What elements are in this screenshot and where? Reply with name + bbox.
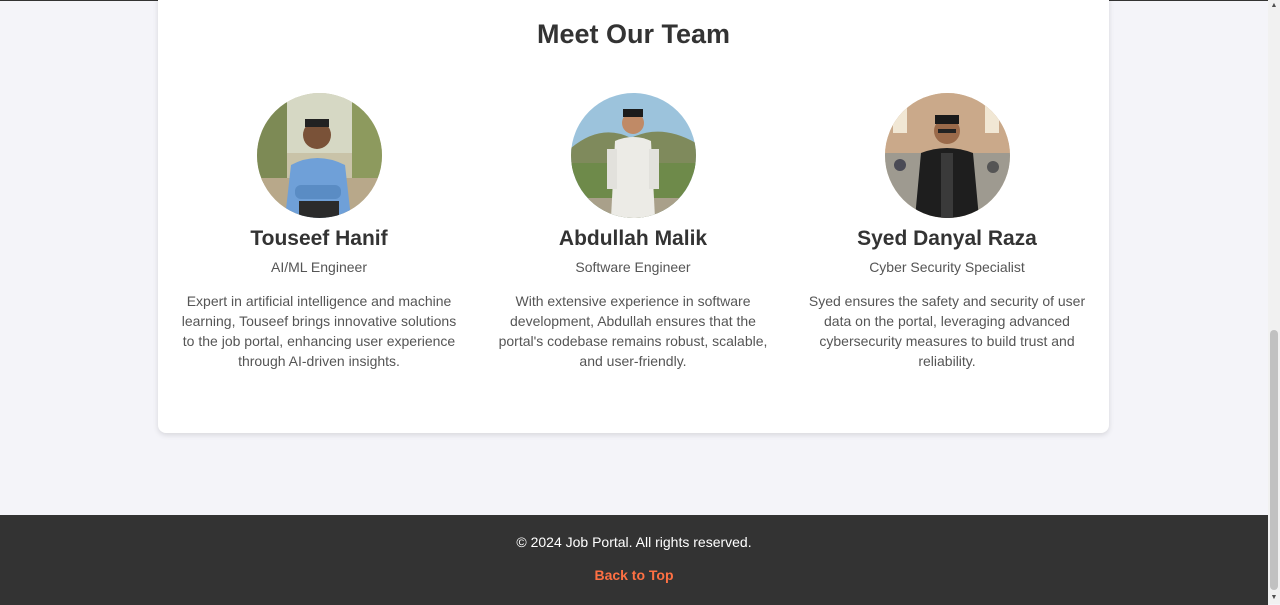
member-photo [570,93,696,218]
back-to-top-link[interactable]: Back to Top [0,567,1268,583]
member-name: Touseef Hanif [250,227,388,250]
member-role: AI/ML Engineer [271,259,367,275]
vertical-scrollbar[interactable]: ▲ ▼ [1268,0,1280,604]
scroll-down-arrow-icon[interactable]: ▼ [1268,592,1280,604]
team-member-card: Touseef Hanif AI/ML Engineer Expert in a… [174,93,464,371]
team-member-card: Syed Danyal Raza Cyber Security Speciali… [802,93,1092,371]
member-role: Software Engineer [575,259,691,275]
member-description: Syed ensures the safety and security of … [808,293,1086,369]
section-title: Meet Our Team [536,19,731,49]
scrollbar-thumb[interactable] [1270,330,1278,590]
member-description: Expert in artificial intelligence and ma… [181,293,457,369]
member-name: Abdullah Malik [558,227,708,250]
page-viewport: Meet Our Team Touseef Hanif AI/ML Engine [0,0,1268,605]
member-role: Cyber Security Specialist [869,259,1025,275]
site-footer: © 2024 Job Portal. All rights reserved. … [0,515,1268,605]
scroll-up-arrow-icon[interactable]: ▲ [1268,0,1280,12]
copyright-text: © 2024 Job Portal. All rights reserved. [516,534,752,550]
team-section: Meet Our Team Touseef Hanif AI/ML Engine [158,0,1109,433]
member-photo [256,93,382,218]
member-name: Syed Danyal Raza [857,227,1037,250]
member-description: With extensive experience in software de… [498,293,768,369]
team-member-card: Abdullah Malik Software Engineer With ex… [488,93,778,371]
member-photo [884,93,1010,218]
